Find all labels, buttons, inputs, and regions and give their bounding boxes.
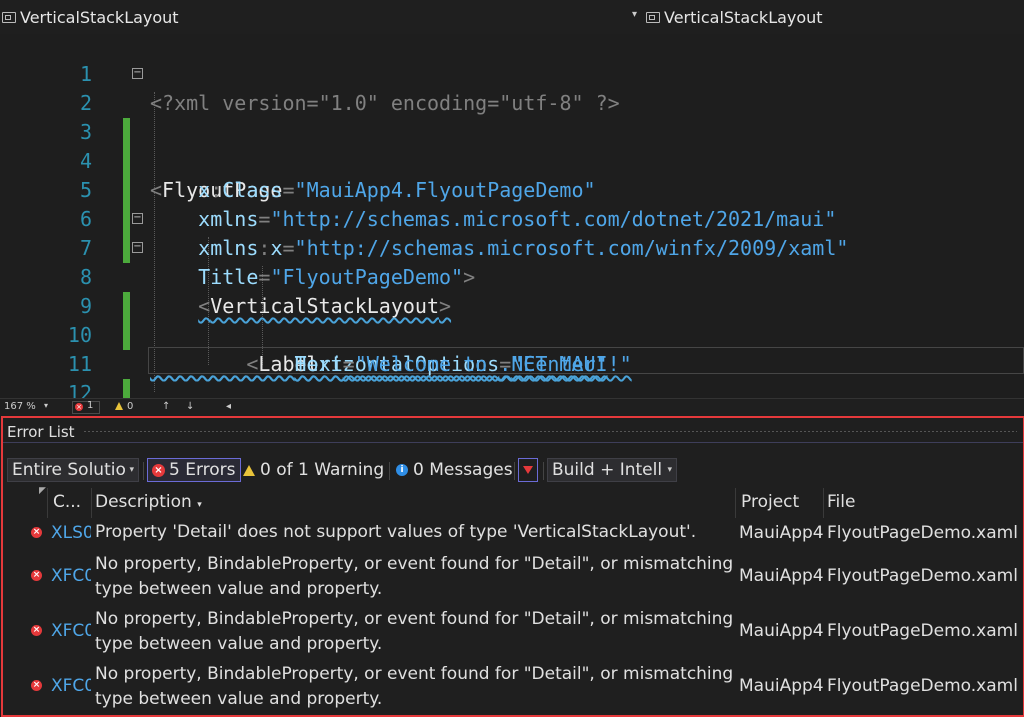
error-count-indicator[interactable]: × 1 xyxy=(72,400,100,414)
column-divider[interactable] xyxy=(823,488,824,518)
class-icon xyxy=(2,11,16,23)
code-editor[interactable]: 1 <?xml version="1.0" encoding="utf-8" ?… xyxy=(0,34,1024,398)
error-icon: × xyxy=(75,403,83,411)
error-project: MauiApp4 xyxy=(739,676,824,696)
error-icon: × xyxy=(31,625,42,636)
warning-icon xyxy=(243,464,255,476)
chevron-down-icon: ▾ xyxy=(197,500,202,510)
code-line: 2 − <FlyoutPage xyxy=(0,60,1024,203)
code-line: 8 − <Label xyxy=(0,234,1024,377)
zoom-level[interactable]: 167 % xyxy=(4,401,36,412)
scope-label: Entire Solutior xyxy=(12,460,126,480)
errors-filter-button[interactable]: × 5 Errors xyxy=(147,458,241,482)
error-icon: × xyxy=(152,463,165,477)
chevron-down-icon: ▾ xyxy=(667,465,672,475)
error-file: FlyoutPageDemo.xaml xyxy=(827,566,1018,586)
funnel-icon xyxy=(523,466,533,474)
error-description: No property, BindableProperty, or event … xyxy=(95,554,734,599)
panel-title: Error List xyxy=(7,423,75,441)
type-scope-label: VerticalStackLayout xyxy=(20,7,179,27)
messages-filter-button[interactable]: i 0 Messages xyxy=(396,458,513,482)
column-divider[interactable] xyxy=(735,488,736,518)
code-line: 12 </VerticalStackLayout> xyxy=(0,350,1024,398)
scope-dropdown[interactable]: Entire Solutior ▾ xyxy=(7,458,139,482)
error-icon: × xyxy=(31,570,42,581)
table-header: ◤ C... Description ▾ Project File xyxy=(3,486,1023,518)
code-line: 9 HorizontalOptions="Center" xyxy=(0,263,1024,376)
error-project: MauiApp4 xyxy=(739,621,824,641)
column-description-label: Description xyxy=(95,492,192,512)
table-row[interactable]: × XLS0 Property 'Detail' does not suppor… xyxy=(3,520,1023,550)
member-scope-label: VerticalStackLayout xyxy=(664,7,823,27)
error-file: FlyoutPageDemo.xaml xyxy=(827,523,1018,543)
panel-header: Error List xyxy=(3,418,1023,443)
type-scope-dropdown[interactable]: VerticalStackLayout xyxy=(2,4,642,30)
info-icon: i xyxy=(396,464,408,476)
filter-toggle-button[interactable] xyxy=(518,458,538,482)
error-count: 1 xyxy=(87,400,94,411)
collapse-icon[interactable]: − xyxy=(132,213,143,224)
collapse-icon[interactable]: − xyxy=(132,68,143,79)
code-line: 11 VerticalOptions="Center" /> xyxy=(0,321,1024,398)
error-file: FlyoutPageDemo.xaml xyxy=(827,676,1018,696)
divider xyxy=(543,462,544,480)
code-line: 6 Title="FlyoutPageDemo"> xyxy=(0,176,1024,289)
chevron-down-icon: ▾ xyxy=(129,465,134,475)
chevron-down-icon[interactable]: ▾ xyxy=(44,401,48,410)
table-row[interactable]: × XFC0 No property, BindableProperty, or… xyxy=(3,605,1023,660)
error-code: XLS0 xyxy=(51,523,91,543)
collapse-icon[interactable]: − xyxy=(132,242,143,253)
column-divider[interactable] xyxy=(91,488,92,518)
divider xyxy=(143,462,144,480)
error-icon: × xyxy=(31,527,42,538)
error-code: XFC0 xyxy=(51,621,91,641)
warning-count[interactable]: 0 xyxy=(127,401,133,412)
arrow-up-icon[interactable]: ↑ xyxy=(162,401,170,412)
code-line: 13 </FlyoutPage> xyxy=(0,379,1024,398)
code-line: 4 xmlns="http://schemas.microsoft.com/do… xyxy=(0,118,1024,231)
errors-label: 5 Errors xyxy=(169,460,236,480)
divider xyxy=(389,462,390,480)
scroll-left-icon[interactable]: ◂ xyxy=(226,401,231,412)
table-row[interactable]: × XFC0 No property, BindableProperty, or… xyxy=(3,550,1023,605)
warnings-filter-button[interactable]: 0 of 1 Warning xyxy=(243,458,384,482)
column-project[interactable]: Project xyxy=(741,492,799,512)
column-file[interactable]: File xyxy=(827,492,855,512)
column-description[interactable]: Description ▾ xyxy=(95,492,202,512)
column-code[interactable]: C... xyxy=(53,492,81,512)
navigation-bar: VerticalStackLayout ▾ VerticalStackLayou… xyxy=(0,0,1024,35)
editor-status-strip: 167 % ▾ × 1 0 ↑ ↓ ◂ xyxy=(0,398,1024,415)
error-project: MauiApp4 xyxy=(739,523,824,543)
error-description: Property 'Detail' does not support value… xyxy=(95,522,697,542)
error-list-toolbar: Entire Solutior ▾ × 5 Errors 0 of 1 Warn… xyxy=(3,454,1023,486)
code-line: 7 − <VerticalStackLayout> xyxy=(0,205,1024,319)
drag-handle[interactable] xyxy=(83,430,1017,433)
messages-label: 0 Messages xyxy=(413,460,513,480)
class-icon xyxy=(646,11,660,23)
sort-indicator-icon: ◤ xyxy=(39,486,46,496)
table-row[interactable]: × XFC0 No property, BindableProperty, or… xyxy=(3,660,1023,715)
error-icon: × xyxy=(31,680,42,691)
code-line: 10 Text="Welcome to .NET MAUI!" xyxy=(0,292,1024,376)
error-list-panel: Error List Entire Solutior ▾ × 5 Errors … xyxy=(1,416,1024,717)
divider xyxy=(514,462,515,480)
build-source-label: Build + IntelliS xyxy=(552,460,663,480)
code-line: 5 xmlns:x="http://schemas.microsoft.com/… xyxy=(0,147,1024,260)
warning-icon xyxy=(115,402,123,410)
build-source-dropdown[interactable]: Build + IntelliS ▾ xyxy=(547,458,677,482)
code-line: 1 <?xml version="1.0" encoding="utf-8" ?… xyxy=(0,34,1024,115)
error-file: FlyoutPageDemo.xaml xyxy=(827,621,1018,641)
error-description: No property, BindableProperty, or event … xyxy=(95,664,734,709)
warnings-label: 0 of 1 Warning xyxy=(260,460,385,480)
error-code: XFC0 xyxy=(51,566,91,586)
column-divider[interactable] xyxy=(47,488,48,518)
chevron-down-icon[interactable]: ▾ xyxy=(632,9,637,20)
error-project: MauiApp4 xyxy=(739,566,824,586)
error-description: No property, BindableProperty, or event … xyxy=(95,609,734,654)
code-line: 3 x:Class="MauiApp4.FlyoutPageDemo" xyxy=(0,89,1024,202)
member-scope-dropdown[interactable]: VerticalStackLayout xyxy=(646,4,1024,30)
arrow-down-icon[interactable]: ↓ xyxy=(186,401,194,412)
error-code: XFC0 xyxy=(51,676,91,696)
